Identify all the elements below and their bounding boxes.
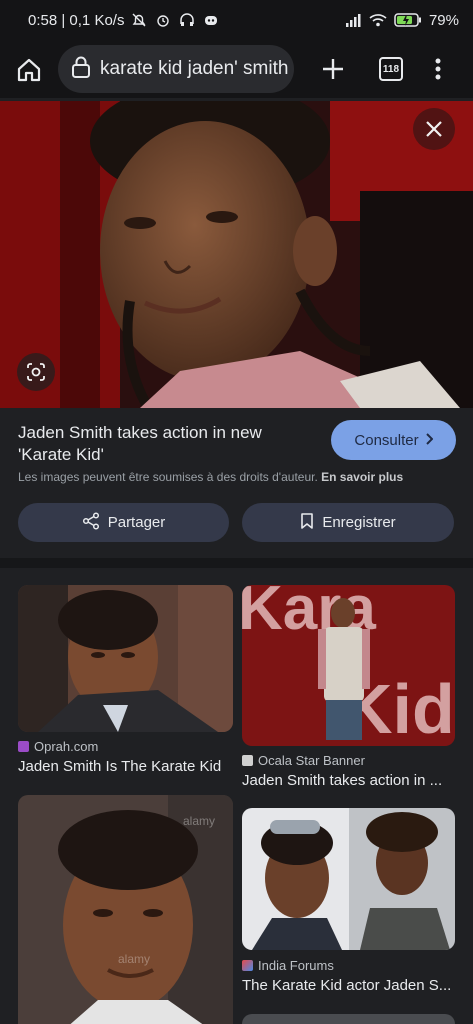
image-title[interactable]: Jaden Smith takes action in new 'Karate … [18, 422, 318, 466]
favicon-icon [242, 960, 253, 971]
discord-icon [202, 11, 220, 29]
tab-count: 118 [382, 63, 400, 75]
wifi-icon [369, 11, 387, 29]
result-caption[interactable]: Jaden Smith takes action in ... [242, 772, 455, 789]
share-button[interactable]: Partager [18, 503, 229, 542]
lock-icon[interactable] [70, 55, 92, 84]
notifications-off-icon [130, 11, 148, 29]
learn-more-link[interactable]: En savoir plus [321, 470, 403, 484]
result-source: Oprah.com [18, 739, 98, 754]
result-thumbnail[interactable]: Kara Kid [242, 585, 455, 746]
favicon-icon [242, 755, 253, 766]
share-icon [82, 511, 100, 534]
search-query[interactable]: karate kid jaden' smith [100, 58, 288, 80]
result-thumbnail[interactable] [242, 808, 455, 950]
visit-label: Consulter [354, 431, 419, 449]
tab-switcher-button[interactable]: 118 [379, 57, 403, 81]
alarm-icon [154, 11, 172, 29]
watermark-text: alamy [183, 814, 215, 828]
result-source-label: India Forums [258, 958, 334, 973]
chevron-right-icon [425, 432, 434, 449]
plus-icon[interactable] [318, 54, 348, 84]
home-icon[interactable] [14, 55, 44, 85]
result-caption[interactable]: The Karate Kid actor Jaden S... [242, 977, 455, 994]
lens-icon[interactable] [17, 353, 55, 391]
battery-percent: 79% [428, 11, 459, 29]
result-source: Ocala Star Banner [242, 753, 365, 768]
section-divider [0, 558, 473, 568]
selected-image[interactable] [0, 101, 473, 408]
address-bar[interactable]: karate kid jaden' smith [58, 45, 294, 93]
watermark-text: alamy [118, 952, 150, 966]
favicon-icon [18, 741, 29, 752]
result-source: India Forums [242, 958, 334, 973]
copyright-text: Les images peuvent être soumises à des d… [18, 470, 318, 484]
copyright-notice: Les images peuvent être soumises à des d… [18, 470, 403, 484]
share-label: Partager [107, 514, 166, 531]
result-caption[interactable]: Jaden Smith Is The Karate Kid [18, 758, 233, 775]
status-time: 0:58 | 0,1 Ko/s [28, 11, 125, 29]
save-label: Enregistrer [322, 514, 396, 531]
close-icon[interactable] [413, 108, 455, 150]
save-button[interactable]: Enregistrer [242, 503, 454, 542]
related-images-grid: Oprah.com Jaden Smith Is The Karate Kid … [0, 568, 473, 1024]
result-source-label: Ocala Star Banner [258, 753, 365, 768]
image-detail-panel: Jaden Smith takes action in new 'Karate … [0, 408, 473, 558]
battery-icon [393, 11, 423, 29]
visit-button[interactable]: Consulter [331, 420, 456, 460]
headphones-icon [178, 11, 196, 29]
bookmark-icon [300, 512, 314, 534]
result-source-label: Oprah.com [34, 739, 99, 754]
status-bar: 0:58 | 0,1 Ko/s 79% [0, 0, 473, 40]
result-thumbnail[interactable] [242, 1014, 455, 1024]
browser-toolbar: karate kid jaden' smith 118 [0, 40, 473, 98]
signal-icon [345, 11, 363, 29]
result-thumbnail[interactable] [18, 585, 233, 732]
result-thumbnail[interactable]: alamy alamy [18, 795, 233, 1024]
more-icon[interactable] [428, 54, 448, 84]
